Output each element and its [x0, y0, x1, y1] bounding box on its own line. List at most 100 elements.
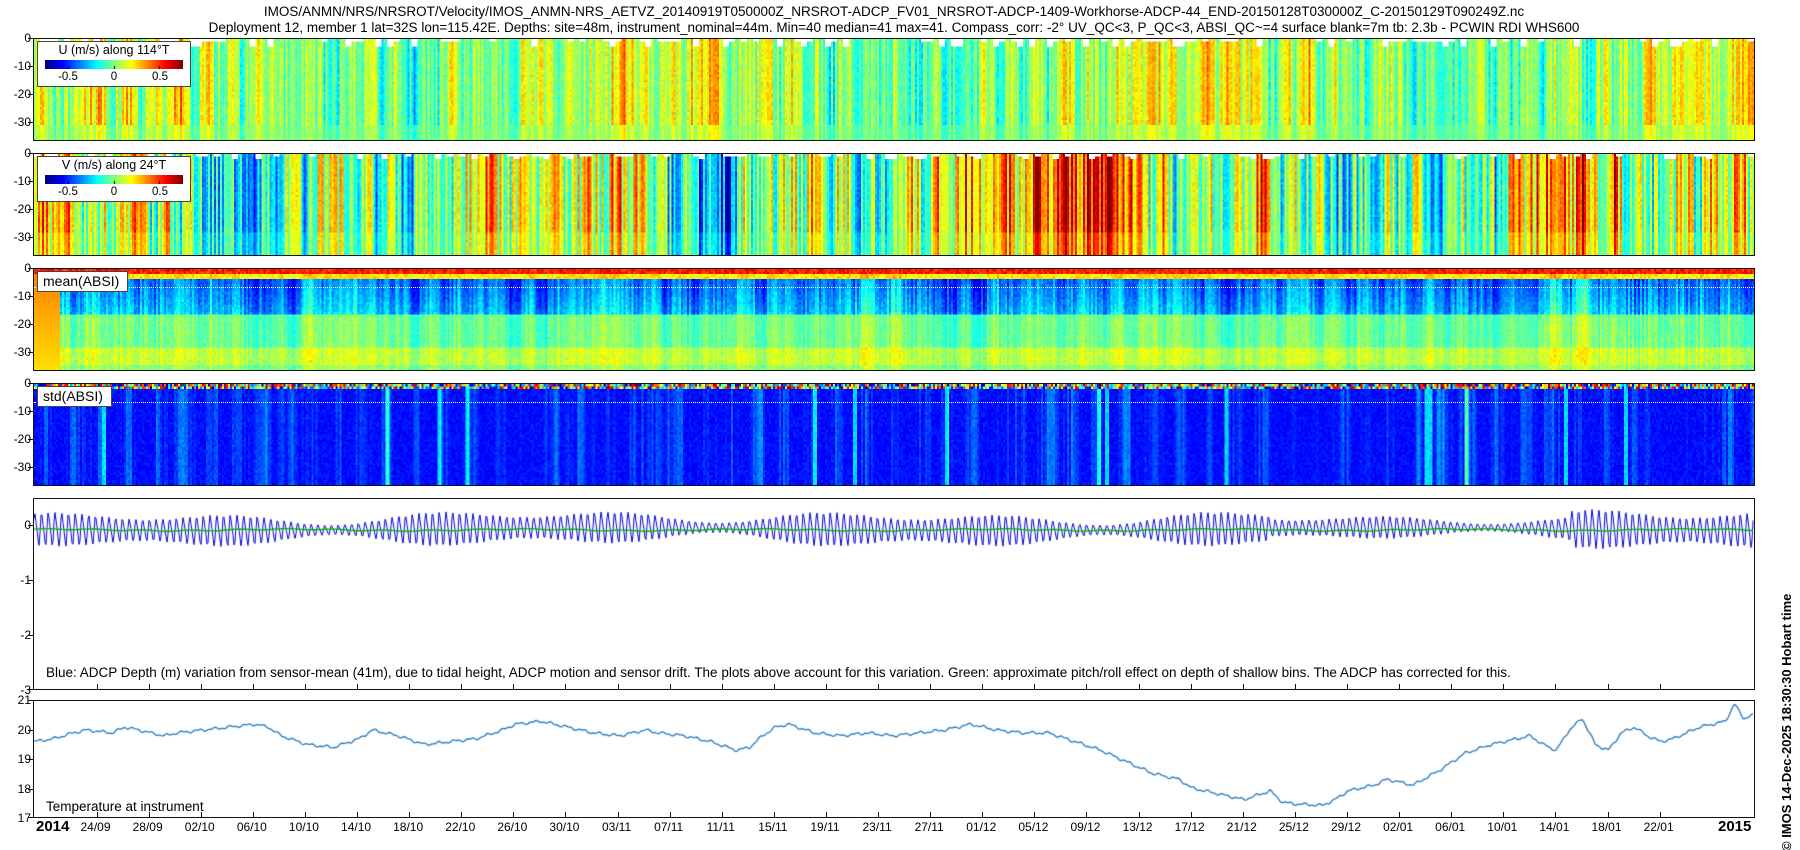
- x-tick-mark: [618, 812, 619, 817]
- colorbar-title-u: U (m/s) along 114°T: [38, 43, 190, 57]
- x-tick-mark: [1295, 812, 1296, 817]
- x-tick-mark: [774, 684, 775, 689]
- x-tick-label: 01/12: [966, 820, 996, 834]
- panel-v-velocity: V (m/s) along 24°T -0.500.5: [33, 153, 1755, 256]
- y-tick-label: -20: [3, 202, 31, 216]
- y-tick-label: -30: [3, 115, 31, 129]
- temperature-plot: [34, 701, 1754, 817]
- x-tick-label: 18/10: [393, 820, 423, 834]
- x-tick-mark: [1347, 684, 1348, 689]
- x-tick-mark: [1660, 812, 1661, 817]
- x-tick-mark: [1243, 812, 1244, 817]
- x-tick-mark: [1451, 812, 1452, 817]
- x-tick-label: 23/11: [862, 820, 891, 834]
- blank-distance-dotted-line: [34, 287, 1754, 288]
- y-tick-label: -30: [3, 230, 31, 244]
- figure-title-line2: Deployment 12, member 1 lat=32S lon=115.…: [209, 20, 1580, 35]
- mean-absi-heatmap: [34, 269, 1754, 370]
- y-tick-label: 0: [3, 518, 31, 532]
- y-tick-label: -10: [3, 174, 31, 188]
- v-velocity-heatmap: [34, 154, 1754, 255]
- x-tick-label: 25/12: [1279, 820, 1309, 834]
- x-tick-label: 18/01: [1591, 820, 1621, 834]
- x-tick-label: 11/11: [707, 820, 735, 834]
- colorbar-tick-label: -0.5: [58, 186, 78, 198]
- x-tick-mark: [982, 812, 983, 817]
- x-tick-mark: [1295, 684, 1296, 689]
- x-tick-label: 13/12: [1123, 820, 1153, 834]
- colorbar-tick-label: 0.5: [152, 186, 168, 198]
- x-tick-label: 26/10: [497, 820, 527, 834]
- x-tick-label: 14/10: [341, 820, 371, 834]
- y-tick-label: -10: [3, 59, 31, 73]
- x-tick-mark: [1086, 812, 1087, 817]
- colorbar-gradient-u: [45, 60, 183, 69]
- y-tick-label: -20: [3, 317, 31, 331]
- x-tick-mark: [357, 812, 358, 817]
- x-tick-mark: [513, 812, 514, 817]
- y-tick-label: -10: [3, 289, 31, 303]
- y-tick-mark: [28, 700, 33, 701]
- y-tick-label: 19: [3, 752, 31, 766]
- panel-mean-absi: mean(ABSI): [33, 268, 1755, 371]
- colorbar-tick-label: 0: [111, 71, 117, 83]
- x-tick-mark: [461, 684, 462, 689]
- x-tick-mark: [1503, 812, 1504, 817]
- x-tick-label: 17/12: [1175, 820, 1205, 834]
- colorbar-legend-v: V (m/s) along 24°T -0.500.5: [37, 156, 191, 202]
- x-tick-mark: [670, 812, 671, 817]
- depth-variation-plot: [34, 499, 1754, 689]
- x-tick-mark: [982, 684, 983, 689]
- x-tick-mark: [1555, 812, 1556, 817]
- x-tick-mark: [878, 684, 879, 689]
- imos-watermark: © IMOS 14-Dec-2025 18:30:30 Hobart time: [1779, 459, 1795, 850]
- x-tick-label: 10/01: [1487, 820, 1517, 834]
- blank-distance-dotted-line: [34, 402, 1754, 403]
- colorbar-tick-label: -0.5: [58, 71, 78, 83]
- x-tick-mark: [149, 684, 150, 689]
- x-tick-label: 10/10: [289, 820, 319, 834]
- x-tick-mark: [1503, 684, 1504, 689]
- y-tick-mark: [28, 439, 33, 440]
- y-tick-mark: [28, 789, 33, 790]
- x-tick-mark: [1034, 684, 1035, 689]
- y-tick-label: 20: [3, 723, 31, 737]
- y-tick-label: -20: [3, 87, 31, 101]
- y-tick-mark: [28, 352, 33, 353]
- x-tick-mark: [1399, 684, 1400, 689]
- x-tick-mark: [357, 684, 358, 689]
- y-tick-mark: [28, 324, 33, 325]
- x-tick-mark: [305, 684, 306, 689]
- mean-absi-label: mean(ABSI): [37, 271, 128, 292]
- colorbar-tick-label: 0: [111, 186, 117, 198]
- y-tick-mark: [28, 209, 33, 210]
- year-label-2015: 2015: [1718, 818, 1751, 835]
- depth-annotation: Blue: ADCP Depth (m) variation from sens…: [46, 665, 1511, 680]
- x-tick-mark: [1191, 812, 1192, 817]
- x-tick-mark: [722, 684, 723, 689]
- x-tick-label: 07/11: [654, 820, 683, 834]
- x-tick-mark: [1399, 812, 1400, 817]
- y-tick-mark: [28, 296, 33, 297]
- y-tick-label: 0: [3, 31, 31, 45]
- x-tick-mark: [826, 812, 827, 817]
- x-tick-mark: [1451, 684, 1452, 689]
- x-tick-mark: [97, 684, 98, 689]
- x-tick-mark: [1608, 812, 1609, 817]
- x-tick-mark: [513, 684, 514, 689]
- x-tick-label: 28/09: [133, 820, 163, 834]
- panel-u-velocity: U (m/s) along 114°T -0.500.5: [33, 38, 1755, 141]
- x-tick-mark: [1139, 812, 1140, 817]
- x-tick-mark: [878, 812, 879, 817]
- x-tick-label: 30/10: [549, 820, 579, 834]
- x-tick-mark: [565, 812, 566, 817]
- x-tick-mark: [618, 684, 619, 689]
- x-tick-label: 14/01: [1539, 820, 1569, 834]
- x-tick-label: 02/10: [185, 820, 215, 834]
- y-tick-mark: [28, 525, 33, 526]
- x-tick-mark: [722, 812, 723, 817]
- adcp-figure: IMOS/ANMN/NRS/NRSROT/Velocity/IMOS_ANMN-…: [0, 0, 1800, 850]
- y-tick-label: -30: [3, 345, 31, 359]
- std-absi-heatmap: [34, 384, 1754, 485]
- y-tick-label: 17: [3, 811, 31, 825]
